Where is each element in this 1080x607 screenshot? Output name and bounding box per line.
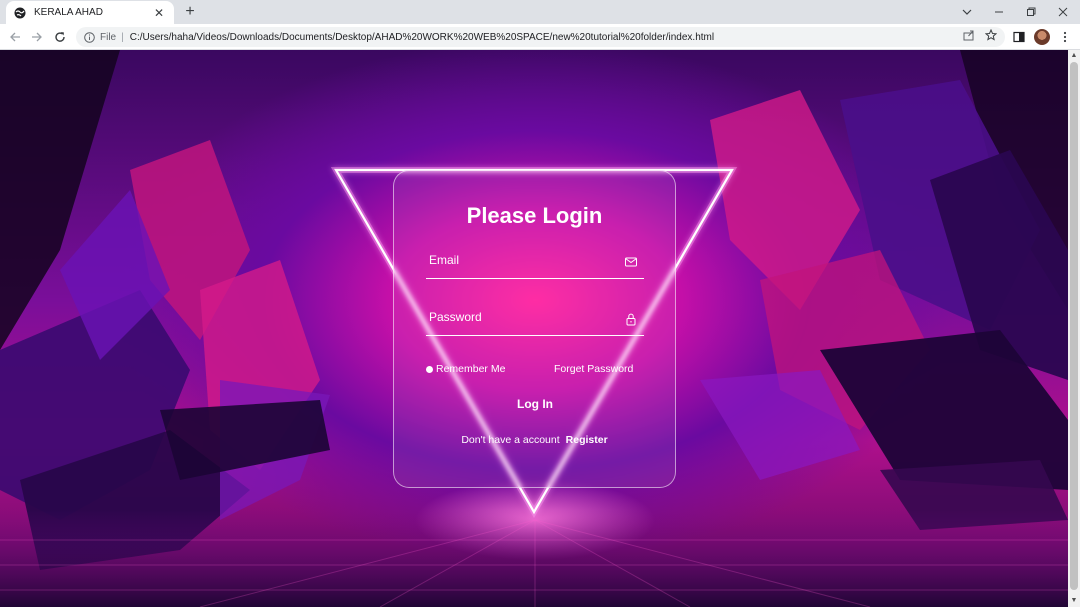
login-title: Please Login xyxy=(466,203,603,228)
file-scheme-label: File xyxy=(100,31,117,43)
page-viewport: Please Login Email Password Remember Me … xyxy=(0,50,1068,607)
share-icon[interactable] xyxy=(961,27,977,43)
forget-password-link[interactable]: Forget Password xyxy=(554,363,633,375)
url-text[interactable]: C:/Users/haha/Videos/Downloads/Documents… xyxy=(130,32,1005,43)
remember-me-checkbox[interactable]: Remember Me xyxy=(426,363,505,375)
browser-toolbar: File | C:/Users/haha/Videos/Downloads/Do… xyxy=(0,24,1080,50)
back-arrow-icon[interactable] xyxy=(6,28,24,46)
kebab-menu-icon[interactable] xyxy=(1056,28,1074,46)
url-separator: | xyxy=(121,31,124,43)
forward-arrow-icon[interactable] xyxy=(28,28,46,46)
register-link[interactable]: Register xyxy=(566,434,608,446)
tab-strip: KERALA AHAD ✕ + xyxy=(0,0,1080,24)
side-panel-icon[interactable] xyxy=(1010,28,1028,46)
tab-search-icon[interactable] xyxy=(951,0,983,24)
envelope-icon xyxy=(624,255,638,269)
bookmark-star-icon[interactable] xyxy=(983,27,999,43)
lock-icon xyxy=(624,312,638,326)
restore-icon[interactable] xyxy=(1015,0,1047,24)
no-account-text: Don't have a account xyxy=(461,434,560,446)
checkbox-indicator[interactable] xyxy=(426,365,433,373)
remember-me-label: Remember Me xyxy=(436,363,506,375)
scroll-up-arrow-icon[interactable]: ▲ xyxy=(1068,50,1080,62)
scroll-down-arrow-icon[interactable]: ▼ xyxy=(1068,595,1080,607)
scrollbar-thumb[interactable] xyxy=(1070,62,1078,590)
minimize-icon[interactable] xyxy=(983,0,1015,24)
password-label: Password xyxy=(429,310,482,324)
profile-avatar[interactable] xyxy=(1033,28,1051,46)
email-label: Email xyxy=(429,253,460,267)
login-card: Please Login Email Password Remember Me … xyxy=(393,170,676,488)
globe-icon xyxy=(14,7,26,19)
login-button[interactable]: Log In xyxy=(494,395,576,413)
tab-title: KERALA AHAD xyxy=(34,7,103,18)
browser-tab[interactable]: KERALA AHAD ✕ xyxy=(6,1,174,24)
info-icon[interactable] xyxy=(84,31,96,43)
close-window-icon[interactable] xyxy=(1047,0,1079,24)
password-field[interactable]: Password xyxy=(426,306,644,336)
email-field[interactable]: Email xyxy=(426,249,644,279)
register-prompt: Don't have a account Register xyxy=(394,434,675,446)
reload-icon[interactable] xyxy=(51,28,69,46)
vertical-scrollbar[interactable]: ▲ ▼ xyxy=(1068,50,1080,607)
tab-close-icon[interactable]: ✕ xyxy=(152,6,166,20)
new-tab-button[interactable]: + xyxy=(181,3,199,21)
address-bar[interactable]: File | C:/Users/haha/Videos/Downloads/Do… xyxy=(76,27,1005,47)
